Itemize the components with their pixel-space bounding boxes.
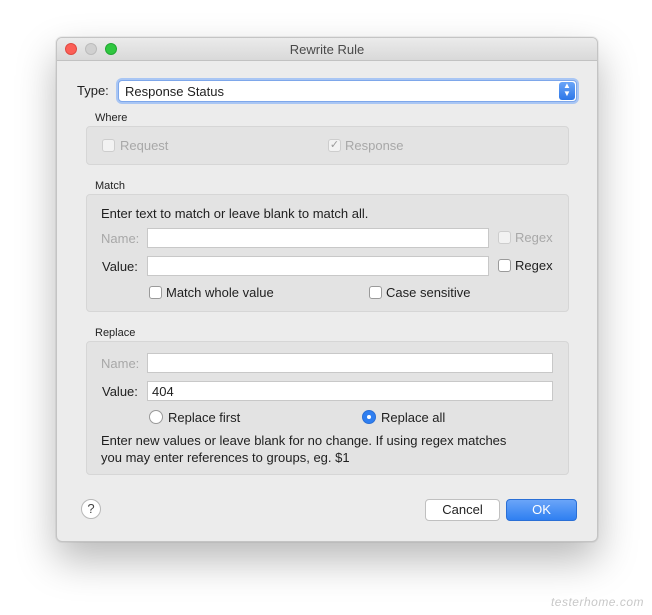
watermark: testerhome.com xyxy=(550,595,644,609)
replace-all-radio[interactable] xyxy=(362,410,376,424)
match-value-regex-label: Regex xyxy=(515,258,553,273)
replace-note-line2: you may enter references to groups, eg. … xyxy=(101,450,350,465)
replace-value-field[interactable]: 404 xyxy=(147,381,553,401)
where-section-title: Where xyxy=(95,112,128,124)
replace-section-title: Replace xyxy=(95,327,136,339)
match-value-regex-checkbox[interactable] xyxy=(498,259,511,272)
match-name-field[interactable] xyxy=(147,228,489,248)
window-title: Rewrite Rule xyxy=(289,42,365,57)
match-name-label: Name: xyxy=(101,231,140,246)
match-instructions: Enter text to match or leave blank to ma… xyxy=(101,206,369,221)
rewrite-rule-dialog: Rewrite Rule Type: Response Status ▲ ▼ Wh… xyxy=(56,37,598,542)
type-select-value: Response Status xyxy=(125,84,225,99)
match-whole-value-label: Match whole value xyxy=(166,285,274,300)
title-bar[interactable]: Rewrite Rule xyxy=(57,38,597,61)
request-checkbox[interactable] xyxy=(102,139,115,152)
chevron-updown-icon: ▲ ▼ xyxy=(559,82,575,100)
response-checkbox-label: Response xyxy=(345,138,404,153)
type-select[interactable]: Response Status ▲ ▼ xyxy=(118,80,577,102)
match-group: Enter text to match or leave blank to ma… xyxy=(86,194,569,312)
case-sensitive-checkbox[interactable] xyxy=(369,286,382,299)
response-checkbox[interactable]: ✓ xyxy=(328,139,341,152)
help-button[interactable]: ? xyxy=(81,499,101,519)
match-name-regex-label: Regex xyxy=(515,230,553,245)
cancel-button[interactable]: Cancel xyxy=(425,499,500,521)
where-group: Request ✓ Response xyxy=(86,126,569,165)
replace-name-label: Name: xyxy=(101,356,140,371)
match-whole-value-checkbox[interactable] xyxy=(149,286,162,299)
checkmark-icon: ✓ xyxy=(329,139,340,151)
type-label: Type: xyxy=(77,83,109,98)
case-sensitive-label: Case sensitive xyxy=(386,285,471,300)
replace-name-field[interactable] xyxy=(147,353,553,373)
replace-note-line1: Enter new values or leave blank for no c… xyxy=(101,433,507,448)
ok-button[interactable]: OK xyxy=(506,499,577,521)
match-name-regex-checkbox[interactable] xyxy=(498,231,511,244)
replace-value-label: Value: xyxy=(102,384,138,399)
replace-all-label: Replace all xyxy=(381,410,446,425)
match-value-label: Value: xyxy=(102,259,138,274)
replace-group: Name: Value: 404 Replace first Replace a… xyxy=(86,341,569,475)
request-checkbox-label: Request xyxy=(120,138,169,153)
match-section-title: Match xyxy=(95,180,125,192)
match-value-field[interactable] xyxy=(147,256,489,276)
replace-first-label: Replace first xyxy=(168,410,241,425)
replace-first-radio[interactable] xyxy=(149,410,163,424)
